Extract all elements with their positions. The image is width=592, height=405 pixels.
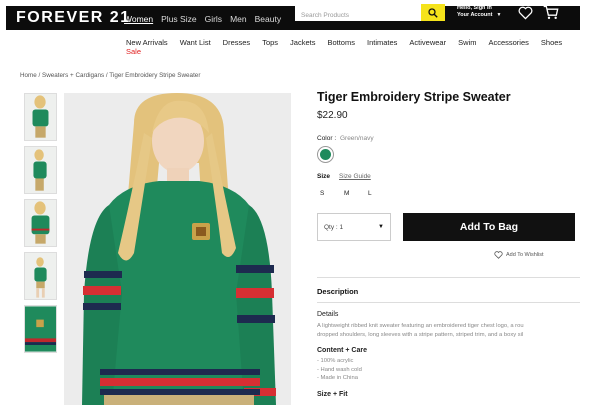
size-fit-heading: Size + Fit bbox=[317, 391, 348, 398]
subnav-accessories[interactable]: Accessories bbox=[488, 38, 528, 47]
nav-beauty[interactable]: Beauty bbox=[255, 14, 281, 24]
content-care-list: - 100% acrylic - Hand wash cold - Made i… bbox=[317, 357, 362, 383]
thumbnail-gallery bbox=[24, 93, 57, 358]
color-label: Color : Green/navy bbox=[317, 135, 374, 142]
cart-icon[interactable] bbox=[543, 5, 559, 20]
divider bbox=[317, 302, 580, 303]
breadcrumb[interactable]: Home / Sweaters + Cardigans / Tiger Embr… bbox=[20, 72, 200, 79]
nav-girls[interactable]: Girls bbox=[205, 14, 222, 24]
product-main-image[interactable] bbox=[64, 93, 291, 405]
details-line: A lightweight ribbed knit sweater featur… bbox=[317, 323, 524, 329]
size-option-s[interactable]: S bbox=[320, 190, 344, 197]
subnav-shoes[interactable]: Shoes bbox=[541, 38, 562, 47]
account-label: Your Account bbox=[457, 12, 493, 18]
product-thumbnail[interactable] bbox=[24, 93, 57, 141]
subnav-new-arrivals-label: New Arrivals bbox=[126, 38, 168, 47]
subnav-intimates[interactable]: Intimates bbox=[367, 38, 397, 47]
wishlist-label: Add To Wishlist bbox=[506, 252, 544, 258]
list-item: - Made in China bbox=[317, 375, 358, 381]
details-line: dropped shoulders, long sleeves with a s… bbox=[317, 331, 524, 338]
nav-women[interactable]: Women bbox=[124, 14, 153, 24]
divider bbox=[317, 277, 580, 278]
product-thumbnail[interactable] bbox=[24, 305, 57, 353]
product-thumbnail[interactable] bbox=[24, 146, 57, 194]
size-options: S M L bbox=[320, 190, 392, 197]
category-nav: Women Plus Size Girls Men Beauty bbox=[124, 14, 281, 24]
search-box bbox=[295, 4, 421, 24]
description-heading[interactable]: Description bbox=[317, 287, 358, 296]
list-item: - Hand wash cold bbox=[317, 366, 362, 373]
product-thumbnail[interactable] bbox=[24, 252, 57, 300]
subnav-activewear[interactable]: Activewear bbox=[409, 38, 446, 47]
chevron-down-icon: ▼ bbox=[496, 12, 502, 18]
color-swatch-green[interactable] bbox=[317, 146, 334, 163]
content-care-heading: Content + Care bbox=[317, 347, 367, 354]
subnav-tops[interactable]: Tops bbox=[262, 38, 278, 47]
heart-outline-icon bbox=[494, 251, 503, 259]
subnav-dresses[interactable]: Dresses bbox=[223, 38, 251, 47]
add-to-bag-button[interactable]: Add To Bag bbox=[403, 213, 575, 241]
nav-plus-size[interactable]: Plus Size bbox=[161, 14, 196, 24]
account-greeting: Hello, Sign In bbox=[457, 5, 492, 11]
subnav-bottoms[interactable]: Bottoms bbox=[327, 38, 355, 47]
list-item: - 100% acrylic bbox=[317, 358, 354, 364]
color-label-text: Color : bbox=[317, 135, 337, 142]
subnav-swim[interactable]: Swim bbox=[458, 38, 476, 47]
swatch-fill bbox=[320, 149, 331, 160]
product-title: Tiger Embroidery Stripe Sweater bbox=[317, 90, 511, 104]
size-option-m[interactable]: M bbox=[344, 190, 368, 197]
subcategory-nav: New Arrivals Sale Want List Dresses Tops… bbox=[126, 38, 562, 56]
search-icon bbox=[428, 7, 438, 18]
nav-men[interactable]: Men bbox=[230, 14, 247, 24]
product-thumbnail[interactable] bbox=[24, 199, 57, 247]
size-option-l[interactable]: L bbox=[368, 190, 392, 197]
heart-icon[interactable] bbox=[518, 6, 533, 20]
subnav-new-arrivals[interactable]: New Arrivals Sale bbox=[126, 38, 168, 56]
subnav-jackets[interactable]: Jackets bbox=[290, 38, 315, 47]
search-input[interactable] bbox=[295, 7, 421, 24]
forever21-logo[interactable]: FOREVER 21 bbox=[16, 9, 131, 27]
account-menu[interactable]: Hello, Sign In Your Account ▼ bbox=[457, 5, 501, 19]
search-button[interactable] bbox=[421, 4, 445, 21]
size-label: Size bbox=[317, 173, 331, 180]
subnav-sale[interactable]: Sale bbox=[126, 47, 141, 56]
size-guide-link[interactable]: Size Guide bbox=[339, 173, 371, 180]
details-text: A lightweight ribbed knit sweater featur… bbox=[317, 322, 577, 339]
caret-down-icon: ▼ bbox=[378, 224, 384, 230]
quantity-value: Qty : 1 bbox=[324, 223, 344, 231]
subnav-want-list[interactable]: Want List bbox=[180, 38, 211, 47]
product-price: $22.90 bbox=[317, 110, 348, 121]
add-to-wishlist-link[interactable]: Add To Wishlist bbox=[494, 251, 544, 259]
details-heading: Details bbox=[317, 311, 339, 318]
color-value: Green/navy bbox=[339, 135, 374, 142]
quantity-select[interactable]: Qty : 1 ▼ bbox=[317, 213, 391, 241]
